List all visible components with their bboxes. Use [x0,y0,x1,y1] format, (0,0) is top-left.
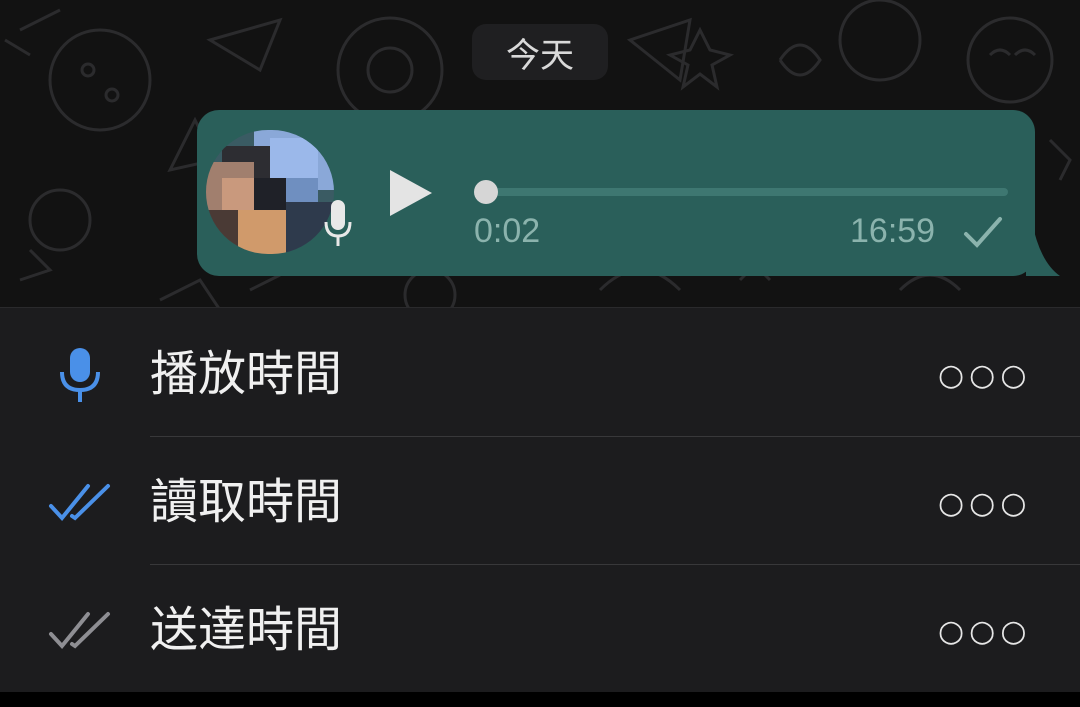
info-row-label: 送達時間 [150,602,343,658]
avatar [206,130,334,254]
mic-small-icon [324,200,352,246]
single-check-icon [964,217,1002,248]
play-icon[interactable] [388,168,434,218]
info-row-label: 讀取時間 [150,474,343,530]
voice-duration: 0:02 [474,212,541,250]
info-row-delivered: 送達時間 ○○○ [0,564,1080,692]
microphone-icon [60,348,100,402]
message-info-panel: 播放時間 ○○○ 讀取時間 ○○○ 送達時間 ○○○ [0,307,1080,693]
info-row-value: ○○○ [938,358,1032,393]
playback-scrubber[interactable] [474,180,498,204]
bubble-tail [1026,222,1060,276]
double-check-blue-icon [49,484,110,522]
bottom-bar [0,692,1080,707]
info-row-label: 播放時間 [150,346,343,402]
chat-area: 今天 0:02 16:59 [0,0,1080,307]
info-row-played: 播放時間 ○○○ [0,308,1080,436]
message-time: 16:59 [850,212,936,250]
info-row-value: ○○○ [938,486,1032,521]
date-label: 今天 [506,35,574,76]
double-check-gray-icon [49,612,110,650]
playback-track[interactable] [480,188,1008,196]
info-row-value: ○○○ [938,614,1032,649]
date-chip: 今天 [472,24,608,80]
info-row-read: 讀取時間 ○○○ [0,436,1080,564]
